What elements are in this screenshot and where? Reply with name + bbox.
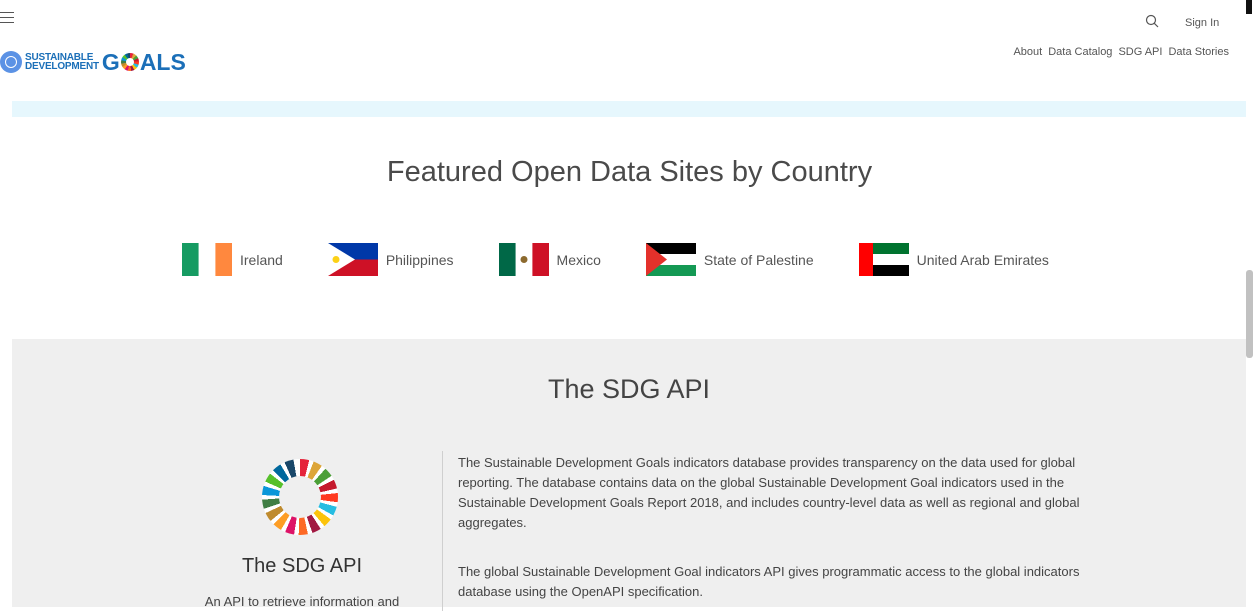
sign-in-link[interactable]: Sign In bbox=[1185, 17, 1219, 29]
logo-goals-g: G bbox=[101, 49, 120, 75]
logo-line-2: DEVELOPMENT bbox=[25, 61, 99, 72]
top-nav: About Data Catalog SDG API Data Stories bbox=[1013, 46, 1229, 58]
logo-goals-als: ALS bbox=[139, 49, 186, 75]
country-label: Philippines bbox=[385, 251, 454, 268]
country-list: Ireland Philippines Mexico State of Pale… bbox=[182, 243, 1049, 276]
uae-flag-icon bbox=[858, 243, 909, 276]
country-label: State of Palestine bbox=[703, 251, 814, 268]
scrollbar-thumb[interactable] bbox=[1246, 270, 1253, 358]
section-divider bbox=[442, 451, 443, 611]
nav-sdg-api[interactable]: SDG API bbox=[1118, 46, 1162, 58]
country-label: Mexico bbox=[556, 251, 601, 268]
api-card-title[interactable]: The SDG API bbox=[182, 555, 422, 578]
sdg-logo[interactable]: SUSTAINABLE DEVELOPMENT G ALS bbox=[0, 49, 186, 75]
api-section-title: The SDG API bbox=[547, 374, 711, 404]
country-palestine[interactable]: State of Palestine bbox=[645, 243, 814, 276]
mexico-flag-icon bbox=[498, 243, 549, 276]
country-mexico[interactable]: Mexico bbox=[498, 243, 601, 276]
palestine-flag-icon bbox=[645, 243, 696, 276]
ireland-flag-icon bbox=[182, 243, 232, 276]
sdg-wheel-icon bbox=[262, 459, 338, 535]
banner-strip bbox=[12, 101, 1246, 117]
sdg-api-section: The SDG API The SDG API An API to retrie… bbox=[12, 339, 1246, 611]
country-ireland[interactable]: Ireland bbox=[182, 243, 283, 276]
logo-small-text: SUSTAINABLE DEVELOPMENT bbox=[25, 53, 99, 72]
philippines-flag-icon bbox=[327, 243, 378, 276]
scrollbar-arrow[interactable] bbox=[1246, 0, 1252, 14]
api-paragraph-2: The global Sustainable Development Goal … bbox=[458, 564, 1080, 599]
un-emblem-icon bbox=[0, 51, 22, 73]
menu-icon[interactable] bbox=[0, 12, 14, 24]
goals-wheel-icon bbox=[120, 52, 139, 71]
search-icon[interactable] bbox=[1145, 14, 1159, 28]
country-philippines[interactable]: Philippines bbox=[327, 243, 454, 276]
country-uae[interactable]: United Arab Emirates bbox=[858, 243, 1049, 276]
nav-data-stories[interactable]: Data Stories bbox=[1168, 46, 1229, 58]
featured-title: Featured Open Data Sites by Country bbox=[386, 156, 873, 188]
api-paragraph-1: The Sustainable Development Goals indica… bbox=[458, 455, 1080, 530]
logo-goals-text: G ALS bbox=[102, 50, 186, 74]
nav-data-catalog[interactable]: Data Catalog bbox=[1048, 46, 1112, 58]
country-label: United Arab Emirates bbox=[916, 251, 1049, 268]
nav-about[interactable]: About bbox=[1013, 46, 1042, 58]
country-label: Ireland bbox=[240, 251, 283, 268]
